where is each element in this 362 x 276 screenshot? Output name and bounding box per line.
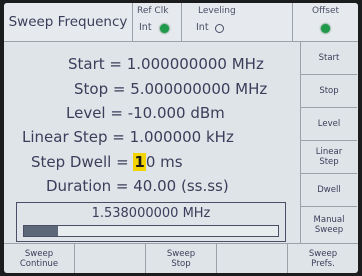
softkey-level-label: Level bbox=[317, 119, 341, 129]
ref-clk-status: Ref Clk Int bbox=[133, 3, 182, 41]
softkey-sweep-continue[interactable]: Sweep Continue bbox=[4, 244, 75, 273]
softkey-dwell-label: Dwell bbox=[317, 185, 341, 195]
start-frequency-field[interactable]: Start = 1.000000000 MHz bbox=[68, 55, 264, 73]
softkey-linear-step[interactable]: Linear Step bbox=[301, 141, 357, 174]
step-dwell-field[interactable]: Step Dwell = 10 ms bbox=[31, 153, 183, 171]
softkey-level[interactable]: Level bbox=[301, 108, 357, 141]
softkey-sweep-stop-label: Sweep Stop bbox=[166, 249, 196, 269]
softkey-sweep-prefs-label: Sweep Prefs. bbox=[308, 249, 338, 269]
offset-label: Offset bbox=[311, 6, 340, 16]
sweep-progress-bar bbox=[23, 225, 279, 237]
mode-title: Sweep Frequency bbox=[4, 3, 133, 41]
softkey-stop-label: Stop bbox=[319, 86, 339, 96]
leveling-status: Leveling Int bbox=[182, 3, 293, 41]
duration-field: Duration = 40.00 (ss.ss) bbox=[46, 177, 229, 195]
leveling-label: Leveling bbox=[198, 6, 236, 16]
right-softkey-column: Start Stop Level Linear Step Dwell Manual… bbox=[300, 42, 358, 243]
ref-clk-value: Int bbox=[139, 22, 152, 33]
leveling-led-icon bbox=[215, 24, 224, 33]
step-dwell-value: 0 ms bbox=[145, 153, 183, 171]
softkey-blank-2[interactable] bbox=[217, 244, 288, 273]
status-header: Sweep Frequency Ref Clk Int Leveling Int… bbox=[4, 3, 358, 42]
softkey-sweep-continue-label: Sweep Continue bbox=[19, 249, 59, 269]
ref-clk-label: Ref Clk bbox=[137, 6, 169, 16]
softkey-dwell[interactable]: Dwell bbox=[301, 174, 357, 207]
softkey-sweep-stop[interactable]: Sweep Stop bbox=[146, 244, 217, 273]
offset-led-icon bbox=[321, 24, 330, 33]
softkey-manual-sweep-label: Manual Sweep bbox=[313, 214, 345, 235]
sweep-status-box: 1.538000000 MHz bbox=[16, 202, 286, 242]
softkey-sweep-prefs[interactable]: Sweep Prefs. bbox=[288, 244, 358, 273]
softkey-start[interactable]: Start bbox=[301, 42, 357, 75]
softkey-linear-step-label: Linear Step bbox=[315, 147, 343, 167]
parameter-panel: Start = 1.000000000 MHz Stop = 5.0000000… bbox=[4, 42, 300, 243]
softkey-manual-sweep[interactable]: Manual Sweep bbox=[301, 207, 357, 242]
softkey-stop[interactable]: Stop bbox=[301, 75, 357, 108]
sweep-progress-fill bbox=[24, 226, 59, 236]
softkey-start-label: Start bbox=[318, 53, 340, 63]
softkey-blank-1[interactable] bbox=[75, 244, 146, 273]
stop-frequency-field[interactable]: Stop = 5.000000000 MHz bbox=[74, 80, 267, 98]
step-dwell-label: Step Dwell = bbox=[31, 153, 134, 171]
offset-status: Offset bbox=[293, 3, 358, 41]
leveling-value: Int bbox=[196, 22, 209, 33]
bottom-softkey-row: Sweep Continue Sweep Stop Sweep Prefs. bbox=[4, 243, 358, 273]
instrument-screen: Sweep Frequency Ref Clk Int Leveling Int… bbox=[4, 3, 358, 273]
level-field[interactable]: Level = -10.000 dBm bbox=[66, 104, 225, 122]
current-frequency-readout: 1.538000000 MHz bbox=[91, 206, 211, 221]
linear-step-field[interactable]: Linear Step = 1.000000 kHz bbox=[22, 128, 234, 146]
edit-cursor[interactable]: 1 bbox=[133, 153, 146, 171]
ref-clk-led-icon bbox=[160, 24, 169, 33]
